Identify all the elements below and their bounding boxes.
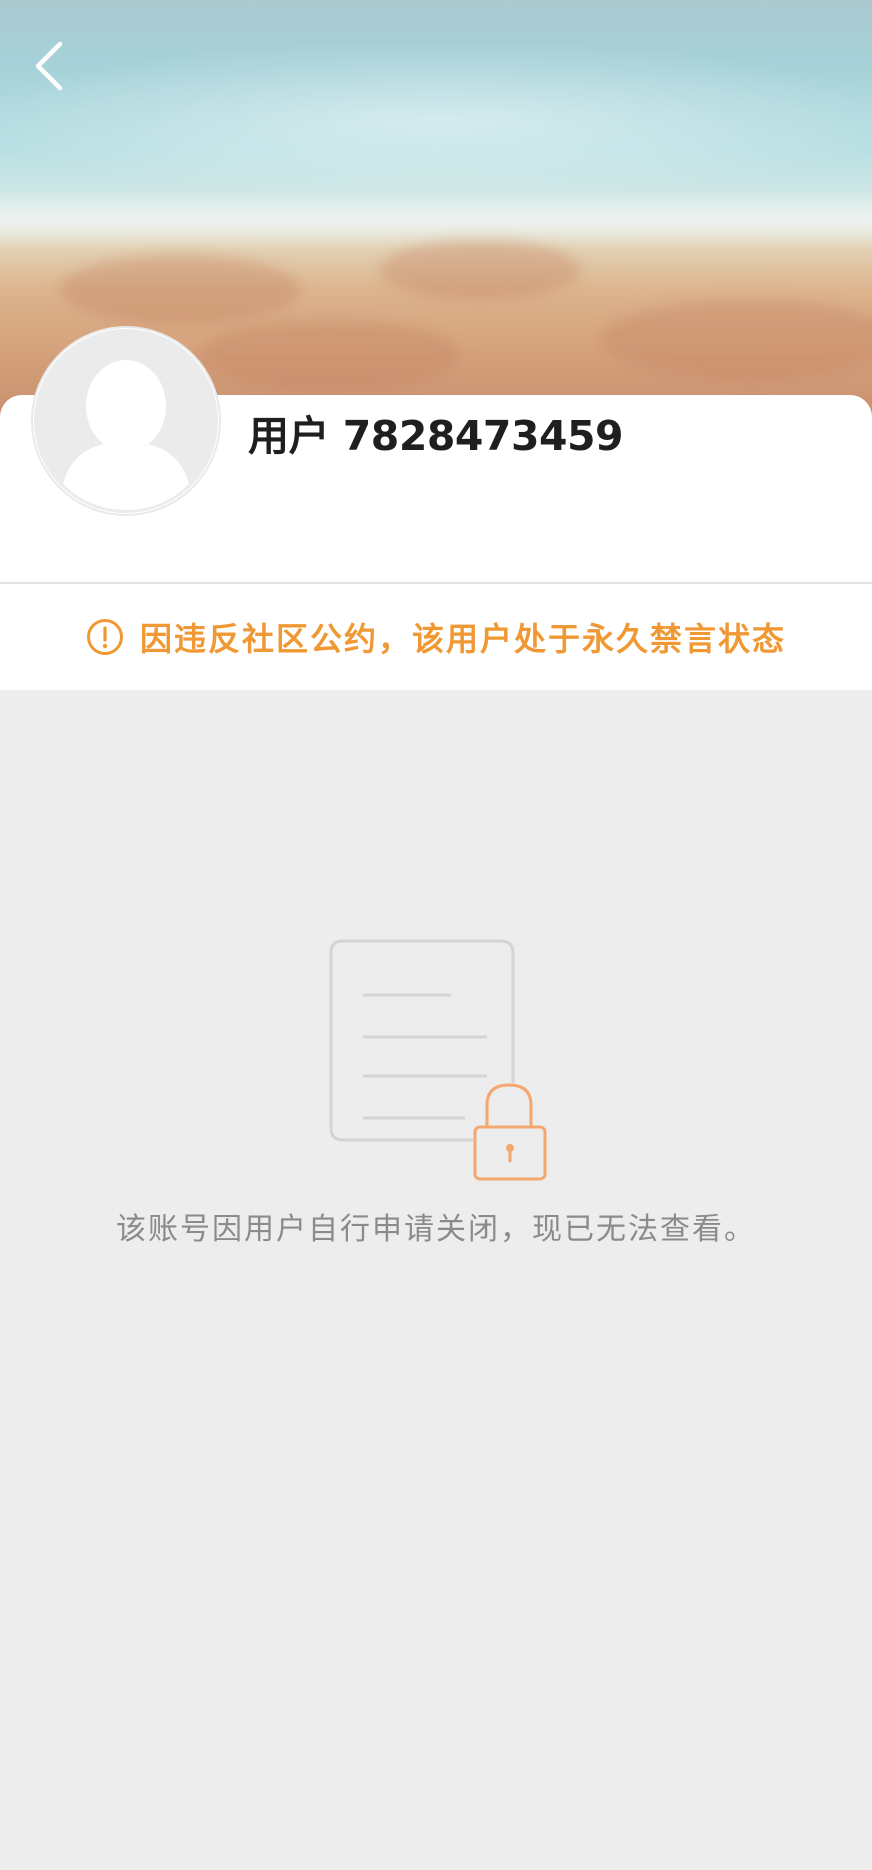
back-button[interactable] [24, 36, 74, 96]
banner-wave-foam [0, 190, 872, 250]
empty-state-message: 该账号因用户自行申请关闭，现已无法查看。 [116, 1212, 756, 1247]
banner-sand-dune [200, 320, 460, 390]
banner-sand-dune [600, 300, 872, 380]
chevron-left-icon [35, 41, 63, 91]
username: 用户 7828473459 [248, 412, 624, 460]
default-avatar-icon [34, 329, 218, 513]
banner-sand-dune [380, 240, 580, 300]
avatar[interactable] [33, 328, 219, 514]
banner-sand-dune [60, 255, 300, 325]
ban-notice: 因违反社区公约，该用户处于永久禁言状态 [0, 584, 872, 690]
banner-sea-haze [0, 40, 872, 200]
exclamation-circle-icon [86, 619, 123, 655]
locked-document-icon [329, 939, 547, 1181]
ban-notice-text: 因违反社区公约，该用户处于永久禁言状态 [139, 620, 786, 658]
